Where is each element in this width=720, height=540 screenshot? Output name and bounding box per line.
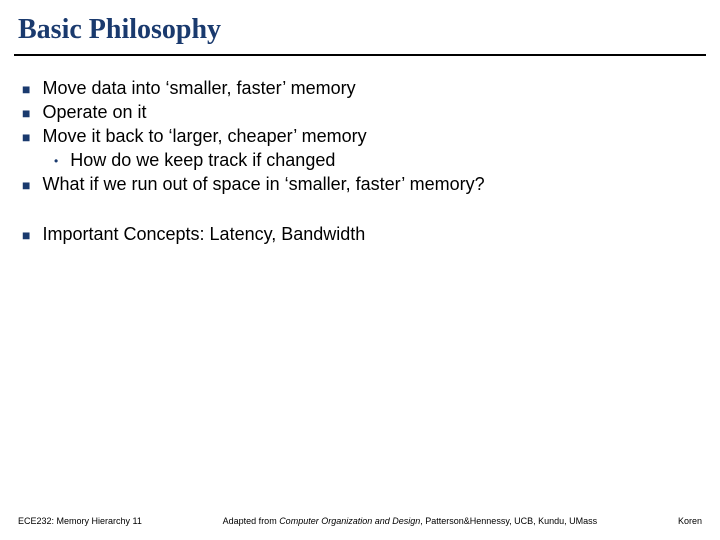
- footer-left: ECE232: Memory Hierarchy 11: [18, 516, 142, 526]
- square-bullet-icon: ■: [22, 81, 30, 97]
- slide-content: ■ Move data into ‘smaller, faster’ memor…: [0, 56, 720, 245]
- bullet-item: ■ Move it back to ‘larger, cheaper’ memo…: [22, 126, 720, 147]
- sub-bullet-text: How do we keep track if changed: [70, 150, 335, 171]
- bullet-text: Important Concepts: Latency, Bandwidth: [42, 224, 365, 245]
- footer-center-prefix: Adapted from: [223, 516, 280, 526]
- bullet-list-1: ■ Move data into ‘smaller, faster’ memor…: [22, 78, 720, 195]
- sub-bullet-item: • How do we keep track if changed: [54, 150, 720, 171]
- square-bullet-icon: ■: [22, 129, 30, 145]
- bullet-list-2: ■ Important Concepts: Latency, Bandwidth: [22, 224, 720, 245]
- footer-center-italic: Computer Organization and Design: [279, 516, 420, 526]
- square-bullet-icon: ■: [22, 177, 30, 193]
- footer-right: Koren: [678, 516, 702, 526]
- square-bullet-icon: ■: [22, 227, 30, 243]
- sub-bullet-list: • How do we keep track if changed: [54, 150, 720, 171]
- bullet-item: ■ What if we run out of space in ‘smalle…: [22, 174, 720, 195]
- bullet-text: Move data into ‘smaller, faster’ memory: [42, 78, 355, 99]
- bullet-item: ■ Operate on it: [22, 102, 720, 123]
- bullet-text: Move it back to ‘larger, cheaper’ memory: [42, 126, 366, 147]
- bullet-item: ■ Important Concepts: Latency, Bandwidth: [22, 224, 720, 245]
- bullet-text: Operate on it: [42, 102, 146, 123]
- dot-bullet-icon: •: [54, 154, 58, 168]
- bullet-text: What if we run out of space in ‘smaller,…: [42, 174, 484, 195]
- spacer: [22, 198, 720, 224]
- slide-footer: ECE232: Memory Hierarchy 11 Adapted from…: [0, 516, 720, 526]
- slide-title: Basic Philosophy: [0, 0, 720, 54]
- square-bullet-icon: ■: [22, 105, 30, 121]
- footer-center: Adapted from Computer Organization and D…: [142, 516, 678, 526]
- bullet-item: ■ Move data into ‘smaller, faster’ memor…: [22, 78, 720, 99]
- footer-center-suffix: , Patterson&Hennessy, UCB, Kundu, UMass: [420, 516, 597, 526]
